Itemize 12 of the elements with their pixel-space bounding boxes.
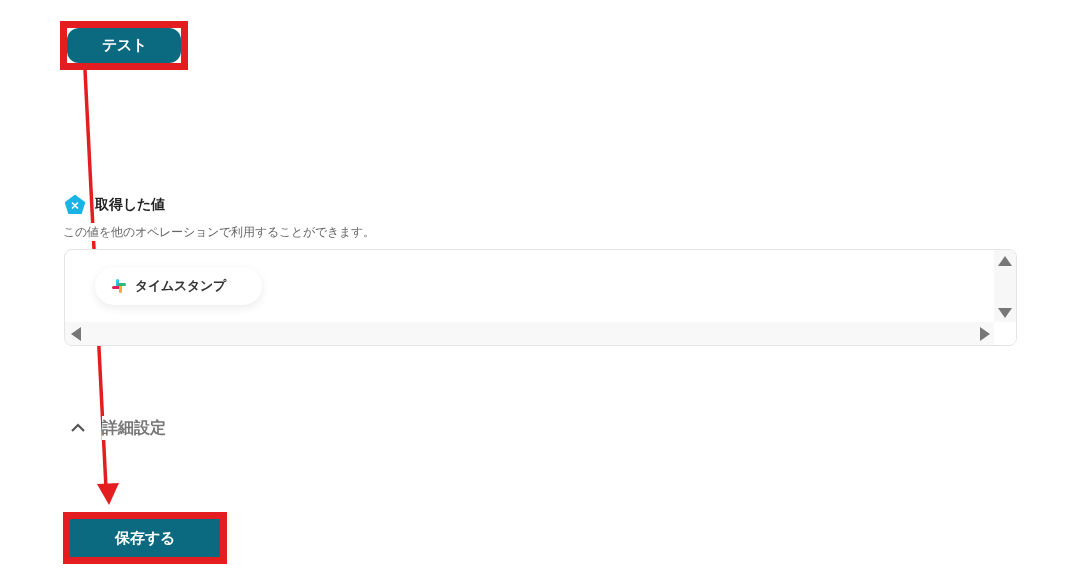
save-button[interactable]: 保存する (70, 519, 220, 557)
scroll-down-icon[interactable] (998, 308, 1012, 318)
scroll-left-icon[interactable] (71, 326, 81, 341)
chevron-icon[interactable] (70, 422, 86, 434)
section-toggle[interactable]: 詳細設定 (102, 416, 166, 440)
scroll-up-icon[interactable] (998, 256, 1012, 266)
pentagon-x-icon (65, 195, 85, 214)
value-chip[interactable]: タイムスタンプ (95, 267, 262, 305)
test-button[interactable]: テスト (67, 28, 181, 63)
scroll-right-icon[interactable] (980, 326, 990, 341)
section-title: 取得した値 (95, 194, 165, 215)
colored-hash-icon (111, 278, 127, 294)
